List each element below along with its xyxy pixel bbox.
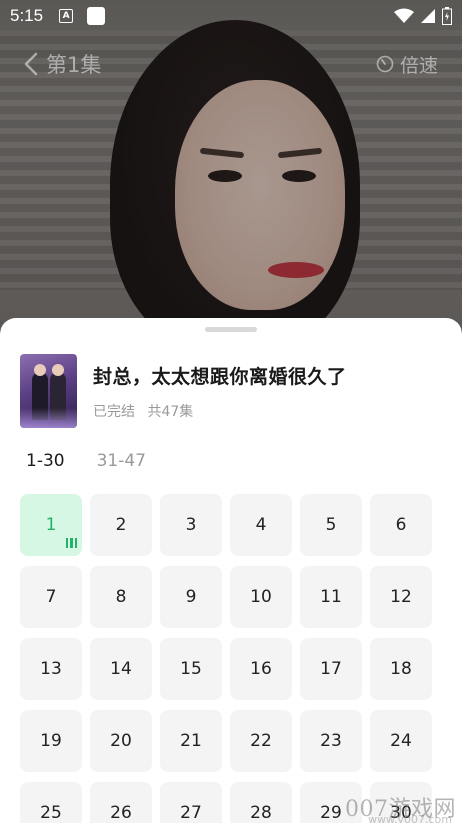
episode-tile[interactable]: 14 — [90, 638, 152, 700]
drama-info: 封总，太太想跟你离婚很久了 已完结 共47集 — [20, 354, 347, 428]
episode-tile[interactable]: 21 — [160, 710, 222, 772]
episode-tile[interactable]: 2 — [90, 494, 152, 556]
episode-tile[interactable]: 26 — [90, 782, 152, 823]
episode-tile[interactable]: 17 — [300, 638, 362, 700]
drama-title: 封总，太太想跟你离婚很久了 — [93, 365, 347, 388]
sheet-drag-handle[interactable] — [205, 327, 257, 332]
status-icons — [394, 7, 452, 25]
drama-status: 已完结 — [93, 403, 135, 420]
episode-number: 17 — [320, 659, 342, 679]
drama-episode-count: 共47集 — [147, 403, 194, 420]
wifi-icon — [394, 8, 414, 23]
episode-number: 16 — [250, 659, 272, 679]
episode-tile[interactable]: 22 — [230, 710, 292, 772]
episode-tile[interactable]: 27 — [160, 782, 222, 823]
episode-sheet: 封总，太太想跟你离婚很久了 已完结 共47集 1-30 31-47 123456… — [0, 318, 462, 823]
drama-poster — [20, 354, 77, 428]
episode-number: 3 — [185, 515, 197, 535]
drama-meta: 已完结 共47集 — [93, 401, 347, 421]
screen: 5:15 A 第1集 倍速 封总，太太想跟你离婚很久了 已完结 共47集 1-3… — [0, 0, 462, 823]
playback-speed-button[interactable]: 倍速 — [376, 51, 438, 78]
episode-tile[interactable]: 8 — [90, 566, 152, 628]
poster-glow — [20, 408, 77, 428]
episode-number: 4 — [255, 515, 267, 535]
episode-number: 19 — [40, 731, 62, 751]
episode-number: 20 — [110, 731, 132, 751]
episode-number: 11 — [320, 587, 342, 607]
episode-tile[interactable]: 23 — [300, 710, 362, 772]
episode-tile[interactable]: 13 — [20, 638, 82, 700]
watermark-url: www.y007.com — [368, 813, 452, 823]
episode-tile-current[interactable]: 1 — [20, 494, 82, 556]
episode-tile[interactable]: 25 — [20, 782, 82, 823]
episode-number: 5 — [325, 515, 337, 535]
episode-number: 25 — [40, 803, 62, 823]
episode-number: 29 — [320, 803, 342, 823]
battery-icon — [442, 7, 452, 25]
notification-square-icon — [87, 7, 106, 25]
episode-number: 23 — [320, 731, 342, 751]
episode-number: 26 — [110, 803, 132, 823]
top-nav: 第1集 倍速 — [0, 44, 462, 84]
episode-number: 13 — [40, 659, 62, 679]
range-tab-31-47[interactable]: 31-47 — [97, 451, 146, 471]
episode-tile[interactable]: 9 — [160, 566, 222, 628]
episode-tile[interactable]: 7 — [20, 566, 82, 628]
episode-tile[interactable]: 24 — [370, 710, 432, 772]
episode-number: 18 — [390, 659, 412, 679]
episode-number: 8 — [115, 587, 127, 607]
episode-tile[interactable]: 19 — [20, 710, 82, 772]
now-playing-icon — [65, 538, 77, 548]
episode-number: 2 — [115, 515, 127, 535]
status-bar: 5:15 A — [0, 0, 462, 32]
episode-tile[interactable]: 10 — [230, 566, 292, 628]
episode-number: 15 — [180, 659, 202, 679]
cell-signal-icon — [421, 9, 435, 23]
episode-tile[interactable]: 3 — [160, 494, 222, 556]
episode-tile[interactable]: 15 — [160, 638, 222, 700]
notification-a-icon: A — [59, 9, 74, 23]
episode-number: 6 — [395, 515, 407, 535]
episode-number: 24 — [390, 731, 412, 751]
episode-number: 14 — [110, 659, 132, 679]
range-tab-1-30[interactable]: 1-30 — [26, 451, 65, 471]
episode-number: 7 — [45, 587, 57, 607]
speed-label: 倍速 — [399, 54, 438, 77]
episode-grid: 1 2 3 4 5 6 7 8 9 10 11 12 13 14 15 16 17 18 19 20 21 22 23 24 2… — [20, 494, 432, 823]
episode-tile[interactable]: 6 — [370, 494, 432, 556]
episode-number: 10 — [250, 587, 272, 607]
chevron-left-icon — [24, 52, 38, 76]
episode-number: 28 — [250, 803, 272, 823]
episode-number: 12 — [390, 587, 412, 607]
episode-tile[interactable]: 18 — [370, 638, 432, 700]
episode-tile[interactable]: 16 — [230, 638, 292, 700]
episode-number: 22 — [250, 731, 272, 751]
episode-range-tabs: 1-30 31-47 — [26, 451, 146, 471]
back-button[interactable]: 第1集 — [24, 49, 101, 79]
episode-tile[interactable]: 20 — [90, 710, 152, 772]
episode-number: 9 — [185, 587, 197, 607]
episode-tile[interactable]: 5 — [300, 494, 362, 556]
episode-number: 27 — [180, 803, 202, 823]
episode-tile[interactable]: 28 — [230, 782, 292, 823]
drama-text: 封总，太太想跟你离婚很久了 已完结 共47集 — [93, 362, 347, 421]
speed-gauge-icon — [376, 55, 394, 73]
episode-tile[interactable]: 4 — [230, 494, 292, 556]
episode-number: 21 — [180, 731, 202, 751]
episode-title: 第1集 — [46, 53, 102, 77]
episode-tile[interactable]: 11 — [300, 566, 362, 628]
episode-tile[interactable]: 12 — [370, 566, 432, 628]
episode-number: 1 — [45, 515, 57, 535]
status-time: 5:15 — [10, 6, 44, 25]
